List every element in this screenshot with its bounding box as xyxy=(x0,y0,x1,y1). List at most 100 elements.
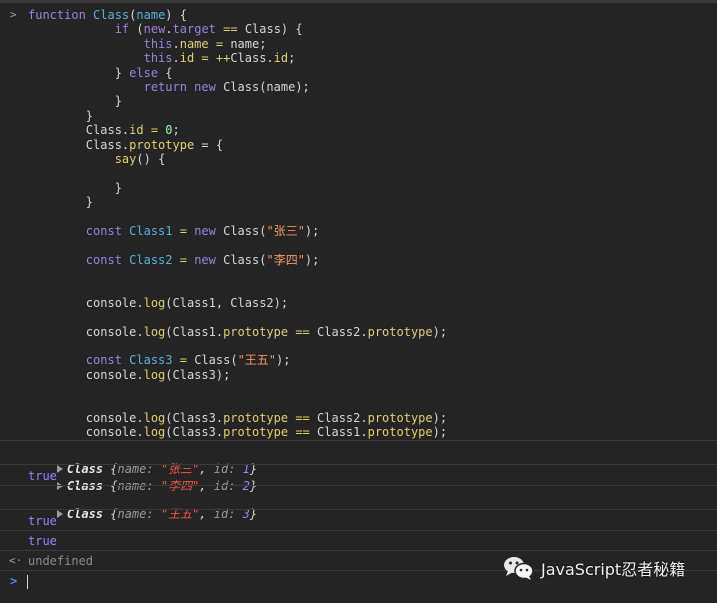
code-token: if xyxy=(114,22,137,37)
code-token: Class) { xyxy=(244,22,303,37)
code-token: new xyxy=(194,223,224,238)
code-token: Class2 xyxy=(129,252,173,267)
code-line: console.log(Class3.prototype == Class1.p… xyxy=(28,425,447,439)
code-token: log xyxy=(143,295,166,310)
code-token: prototype xyxy=(223,425,289,440)
code-line: const Class1 = new Class("张三"); xyxy=(28,224,447,238)
code-token: . xyxy=(165,22,173,37)
code-token: Class. xyxy=(28,137,130,152)
code-line: const Class2 = new Class("李四"); xyxy=(28,253,447,267)
code-token: (Class3); xyxy=(165,367,231,382)
code-token: = xyxy=(208,36,231,51)
code-line: } xyxy=(28,195,447,209)
code-token: Class( xyxy=(223,223,267,238)
code-token: ( xyxy=(136,22,144,37)
code-token: name xyxy=(179,36,209,51)
code-token: (Class1. xyxy=(165,324,224,339)
code-token: prototype xyxy=(367,425,433,440)
code-line: Class.prototype = { xyxy=(28,138,447,152)
wechat-icon xyxy=(504,557,534,580)
code-line: console.log(Class3.prototype == Class2.p… xyxy=(28,411,447,425)
code-token: } xyxy=(28,94,122,109)
code-line: } xyxy=(28,181,447,195)
code-token: new xyxy=(194,79,224,94)
prompt-caret-icon: > xyxy=(10,574,18,588)
code-line: } xyxy=(28,94,447,108)
code-token: ); xyxy=(432,324,448,339)
code-token: = { xyxy=(194,137,224,152)
log-row: Class {name: "张三", id: 1} Class {name: "… xyxy=(0,440,717,493)
text-cursor[interactable] xyxy=(27,575,28,589)
code-token: Class1. xyxy=(317,425,368,440)
code-token: = ++ xyxy=(194,51,231,66)
code-token: return xyxy=(143,79,195,94)
code-token: console. xyxy=(28,324,144,339)
code-token: == xyxy=(288,324,318,339)
code-token: console. xyxy=(28,410,144,425)
code-block: function Class(name) { if (new.target ==… xyxy=(28,8,447,440)
code-token: this xyxy=(143,51,173,66)
code-token: else xyxy=(129,65,159,80)
code-token: = xyxy=(172,252,195,267)
code-token: ); xyxy=(432,425,448,440)
code-token: id xyxy=(129,123,144,138)
code-token: ); xyxy=(304,223,320,238)
code-token: (Class3. xyxy=(165,425,224,440)
code-token: ); xyxy=(276,353,291,368)
code-token: Class xyxy=(93,8,130,22)
code-token: "李四" xyxy=(266,252,305,267)
code-line: console.log(Class3); xyxy=(28,368,447,382)
log-row: true xyxy=(0,530,717,551)
code-line: function Class(name) { xyxy=(28,8,447,22)
code-line: console.log(Class1, Class2); xyxy=(28,296,447,310)
code-token: const xyxy=(85,223,130,238)
code-token: ) { xyxy=(165,8,187,22)
code-token: log xyxy=(143,367,166,382)
code-token: . xyxy=(172,36,180,51)
code-token: Class2. xyxy=(317,324,368,339)
log-row: Class {name: "王五", id: 3} xyxy=(0,485,717,521)
code-token: } xyxy=(28,195,94,210)
code-token: id xyxy=(273,51,289,66)
code-token: Class( xyxy=(223,252,267,267)
code-token: Class(name); xyxy=(223,79,310,94)
code-token: Class2. xyxy=(317,410,368,425)
return-arrow-icon: <· xyxy=(9,554,23,567)
code-token: prototype xyxy=(367,410,433,425)
code-token: ; xyxy=(288,51,296,66)
code-token: Class3 xyxy=(129,353,173,368)
code-token: prototype xyxy=(367,324,433,339)
code-token: == xyxy=(215,22,245,37)
code-token: prototype xyxy=(129,137,195,152)
code-line: return new Class(name); xyxy=(28,80,447,94)
code-token: "王五" xyxy=(237,353,277,368)
code-line: Class.id = 0; xyxy=(28,123,447,137)
code-token: == xyxy=(288,410,318,425)
code-line: } else { xyxy=(28,66,447,80)
code-token: (Class1, Class2); xyxy=(165,295,289,310)
code-token: = xyxy=(143,123,166,138)
code-token: console. xyxy=(28,295,144,310)
code-token: log xyxy=(143,425,166,440)
code-token: console. xyxy=(28,425,144,440)
code-line: this.id = ++Class.id; xyxy=(28,51,447,65)
log-row: true xyxy=(0,509,717,531)
code-token: Class( xyxy=(194,353,238,368)
code-line: const Class3 = Class("王五"); xyxy=(28,353,447,367)
code-token: } xyxy=(28,65,130,80)
code-token: 0 xyxy=(165,123,173,138)
code-token: console. xyxy=(28,367,144,382)
code-token: log xyxy=(143,324,166,339)
code-token: Class1 xyxy=(129,223,173,238)
code-line: if (new.target == Class) { xyxy=(28,22,447,36)
